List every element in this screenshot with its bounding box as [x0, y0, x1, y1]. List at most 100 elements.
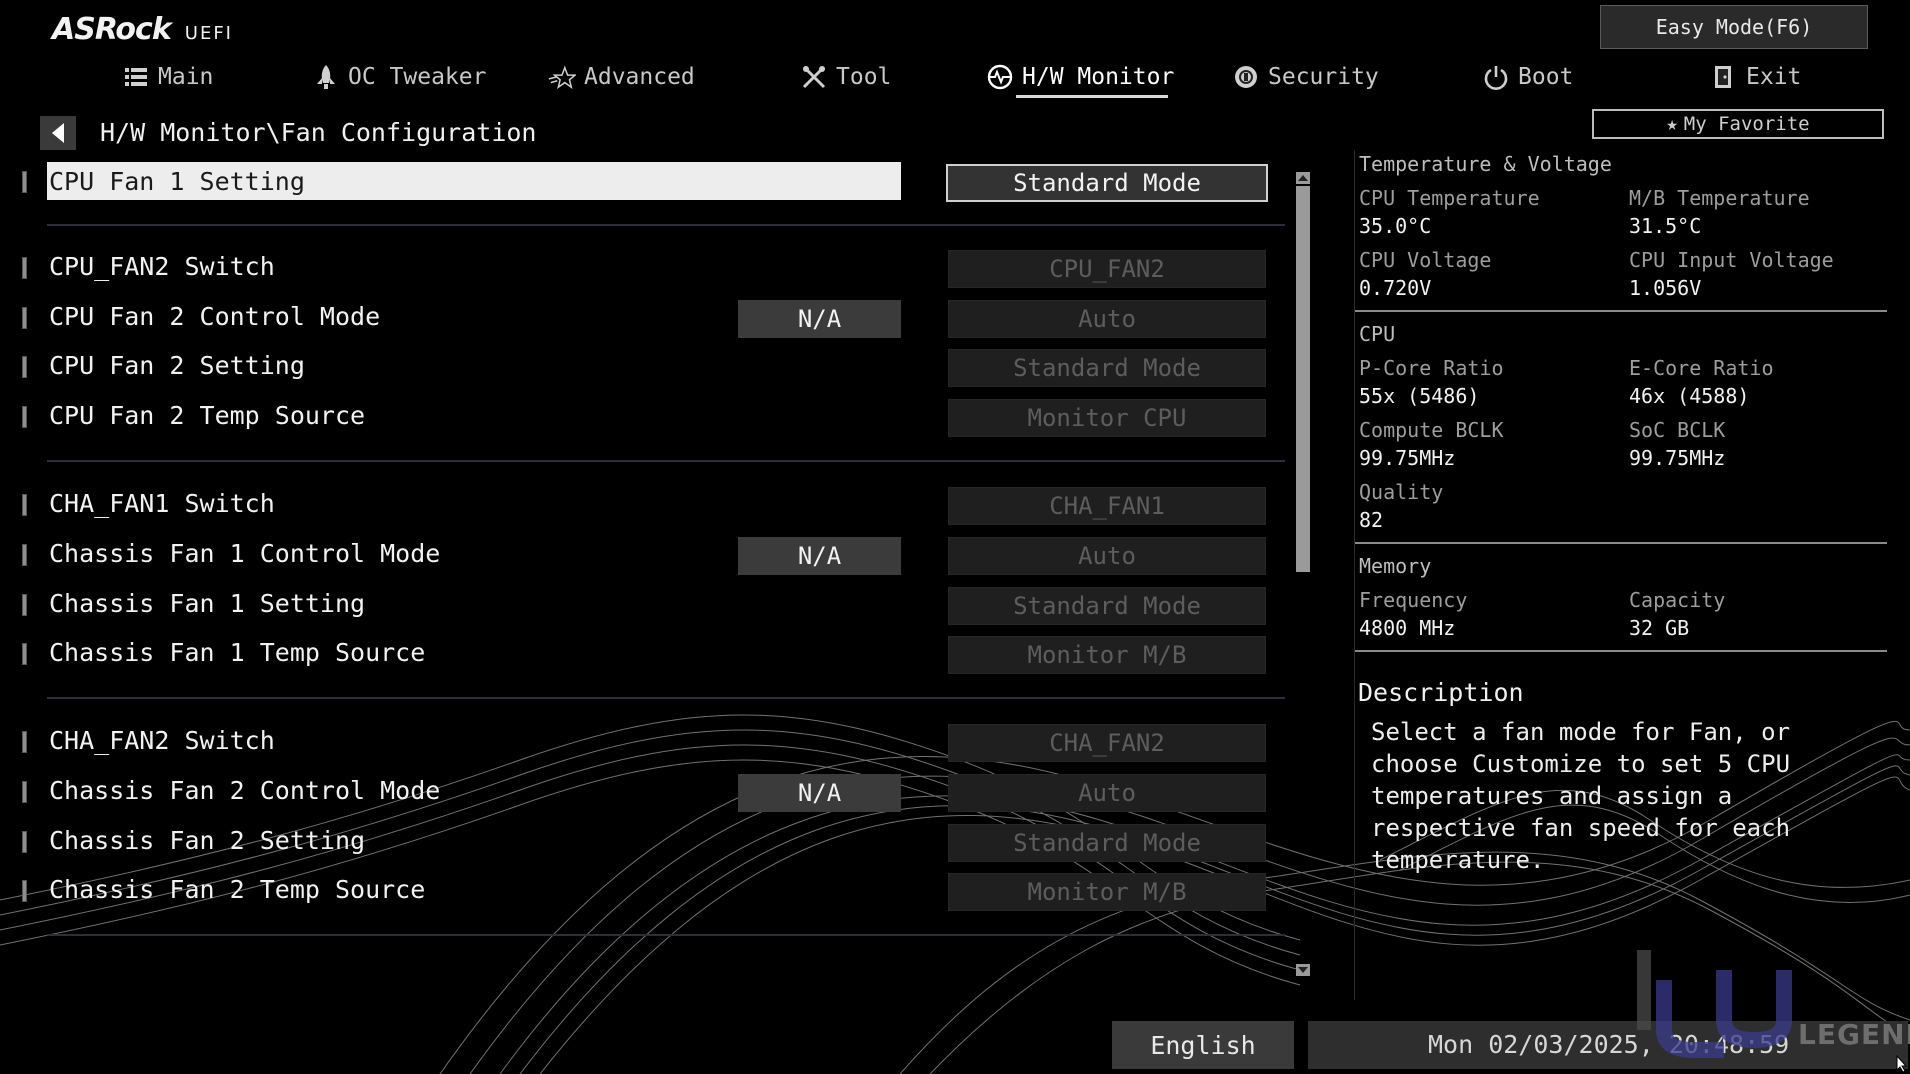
setting-label: Chassis Fan 2 Setting [49, 826, 366, 855]
setting-value-button[interactable]: Monitor M/B [948, 636, 1266, 674]
setting-value-button[interactable]: Auto [948, 537, 1266, 575]
setting-row[interactable]: Chassis Fan 1 Temp Source Monitor M/B [0, 634, 1290, 676]
setting-value-button[interactable]: Standard Mode [948, 824, 1266, 862]
watermark-text: LEGEND [1798, 1018, 1910, 1051]
cpu-section-title: CPU [1359, 322, 1396, 346]
mb-temp-value: 31.5°C [1629, 214, 1702, 238]
description-text: Select a fan mode for Fan, or choose Cus… [1371, 718, 1791, 874]
setting-label: Chassis Fan 1 Control Mode [49, 539, 441, 568]
row-marker [22, 731, 27, 753]
setting-value-button[interactable]: CHA_FAN2 [948, 724, 1266, 762]
setting-row[interactable]: Chassis Fan 2 Control Mode N/A Auto [0, 772, 1290, 814]
main-nav: Main OC Tweaker Advanced Tool H/W Monito… [0, 56, 1910, 100]
scroll-down-arrow-icon[interactable] [1296, 964, 1310, 976]
star-icon [548, 63, 576, 91]
setting-label: CPU Fan 1 Setting [49, 167, 305, 196]
language-button[interactable]: English [1112, 1021, 1294, 1069]
setting-row[interactable]: CPU Fan 2 Control Mode N/A Auto [0, 298, 1290, 340]
setting-row[interactable]: Chassis Fan 1 Setting Standard Mode [0, 585, 1290, 627]
temp-voltage-title: Temperature & Voltage [1359, 152, 1612, 176]
setting-value-button[interactable]: Auto [948, 300, 1266, 338]
tab-main[interactable]: Main [122, 56, 213, 98]
cpu-temp-value: 35.0°C [1359, 214, 1432, 238]
scroll-thumb[interactable] [1296, 186, 1310, 572]
pcore-ratio-value: 55x (5486) [1359, 384, 1480, 408]
exit-icon [1710, 63, 1738, 91]
tab-oc-tweaker[interactable]: OC Tweaker [312, 56, 486, 98]
setting-row[interactable]: CPU Fan 2 Setting Standard Mode [0, 347, 1290, 389]
setting-label: CHA_FAN1 Switch [49, 489, 275, 518]
setting-label: Chassis Fan 2 Temp Source [49, 875, 426, 904]
setting-value-button[interactable]: Standard Mode [948, 349, 1266, 387]
description-title: Description [1358, 678, 1524, 707]
setting-label: Chassis Fan 1 Temp Source [49, 638, 426, 667]
tab-exit[interactable]: Exit [1710, 56, 1801, 98]
row-marker [22, 356, 27, 378]
breadcrumb: H/W Monitor\Fan Configuration [100, 118, 537, 147]
tab-tool[interactable]: Tool [800, 56, 891, 98]
na-badge: N/A [738, 537, 901, 575]
na-badge: N/A [738, 774, 901, 812]
row-marker [22, 594, 27, 616]
setting-value-button[interactable]: CHA_FAN1 [948, 487, 1266, 525]
setting-value-button[interactable]: Monitor M/B [948, 873, 1266, 911]
cpu-voltage-value: 0.720V [1359, 276, 1432, 300]
setting-value-button[interactable]: CPU_FAN2 [948, 250, 1266, 288]
monitor-icon [986, 63, 1014, 91]
tab-advanced[interactable]: Advanced [548, 56, 695, 98]
tab-label: Security [1268, 64, 1379, 90]
mouse-cursor-icon [1896, 1055, 1908, 1073]
setting-label: CPU Fan 2 Temp Source [49, 401, 366, 430]
setting-row[interactable]: Chassis Fan 2 Temp Source Monitor M/B [0, 871, 1290, 913]
setting-row[interactable]: CHA_FAN2 Switch CHA_FAN2 [0, 722, 1290, 764]
mb-temp-label: M/B Temperature [1629, 186, 1810, 210]
frequency-value: 4800 MHz [1359, 616, 1456, 640]
setting-row[interactable]: CPU Fan 2 Temp Source Monitor CPU [0, 397, 1290, 439]
scroll-up-arrow-icon[interactable] [1296, 172, 1310, 184]
setting-label: CHA_FAN2 Switch [49, 726, 275, 755]
setting-row[interactable]: Chassis Fan 1 Control Mode N/A Auto [0, 535, 1290, 577]
setting-row[interactable]: CHA_FAN1 Switch CHA_FAN1 [0, 485, 1290, 527]
power-icon [1482, 63, 1510, 91]
tab-boot[interactable]: Boot [1482, 56, 1573, 98]
row-marker [22, 494, 27, 516]
capacity-label: Capacity [1629, 588, 1726, 612]
quality-value: 82 [1359, 508, 1384, 532]
na-badge: N/A [738, 300, 901, 338]
divider [47, 224, 1285, 226]
back-button[interactable] [40, 116, 76, 150]
setting-row[interactable]: Chassis Fan 2 Setting Standard Mode [0, 822, 1290, 864]
asrock-logo: ASRock UEFI [52, 12, 233, 47]
tools-icon [800, 63, 828, 91]
quality-label: Quality [1359, 480, 1444, 504]
row-marker [22, 544, 27, 566]
easy-mode-button[interactable]: Easy Mode(F6) [1600, 5, 1868, 49]
setting-label: Chassis Fan 1 Setting [49, 589, 366, 618]
setting-value-button[interactable]: Standard Mode [948, 587, 1266, 625]
cpu-input-voltage-value: 1.056V [1629, 276, 1702, 300]
ecore-ratio-label: E-Core Ratio [1629, 356, 1774, 380]
tab-label: Exit [1746, 64, 1802, 90]
frequency-label: Frequency [1359, 588, 1468, 612]
ecore-ratio-value: 46x (4588) [1629, 384, 1750, 408]
tab-hw-monitor[interactable]: H/W Monitor [986, 56, 1174, 98]
divider [47, 697, 1285, 699]
tab-label: H/W Monitor [1022, 64, 1175, 90]
setting-row[interactable]: CPU_FAN2 Switch CPU_FAN2 [0, 248, 1290, 290]
row-marker [22, 257, 27, 279]
row-marker [22, 831, 27, 853]
setting-value-button[interactable]: Monitor CPU [948, 399, 1266, 437]
cpu-voltage-label: CPU Voltage [1359, 248, 1492, 272]
logo-subtitle: UEFI [184, 23, 233, 44]
tab-security[interactable]: Security [1232, 56, 1379, 98]
setting-row[interactable]: CPU Fan 1 Setting Standard Mode [0, 162, 1290, 204]
row-marker [22, 171, 27, 193]
setting-value-button[interactable]: Standard Mode [946, 164, 1268, 202]
section-separator [1355, 310, 1887, 312]
my-favorite-button[interactable]: ★ My Favorite [1592, 109, 1884, 139]
section-separator [1355, 542, 1887, 544]
settings-scrollbar[interactable] [1294, 170, 1312, 978]
my-favorite-label: My Favorite [1683, 113, 1810, 135]
logo-brand: ASRock [52, 12, 172, 47]
setting-value-button[interactable]: Auto [948, 774, 1266, 812]
